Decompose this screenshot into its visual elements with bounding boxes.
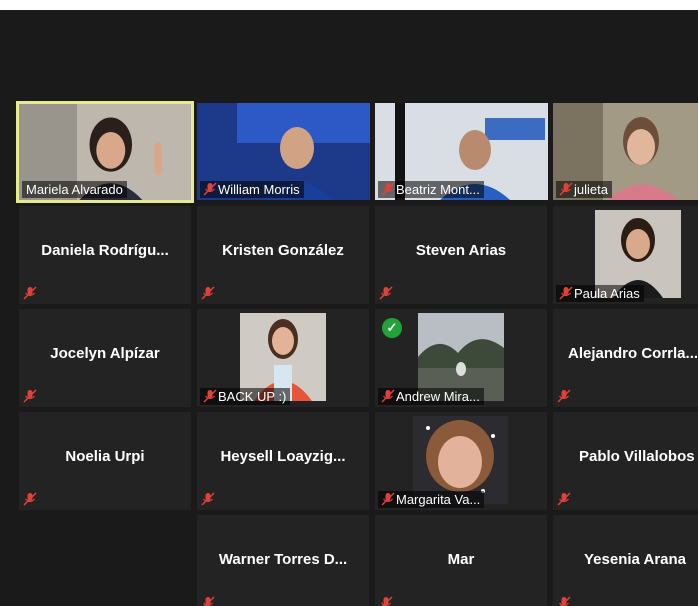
mic-off-icon: [201, 492, 215, 506]
name-text: Andrew Mira...: [396, 389, 480, 404]
participant-tile-andrew[interactable]: ✓ Andrew Mira...: [375, 309, 547, 407]
video-tile-mariela[interactable]: Mariela Alvarado: [16, 101, 194, 203]
participant-tile-heysell[interactable]: Heysell Loayzig...: [197, 412, 369, 510]
name-text: julieta: [574, 182, 608, 197]
mic-off-icon: [381, 596, 393, 606]
mic-off-icon: [203, 389, 217, 403]
mic-off-icon: [381, 182, 395, 196]
participant-name-label: Paula Arias: [556, 285, 644, 302]
video-tile-beatriz[interactable]: Beatriz Mont...: [375, 103, 548, 200]
mic-off-icon: [559, 596, 571, 606]
name-text: Mariela Alvarado: [26, 182, 123, 197]
video-tile-julieta[interactable]: julieta: [553, 103, 698, 200]
mic-off-icon: [23, 389, 37, 403]
participant-name-label: BACK UP :): [200, 388, 291, 405]
participant-tile-daniela[interactable]: Daniela Rodrígu...: [19, 206, 191, 304]
participant-tile-mar[interactable]: Mar: [375, 515, 547, 606]
participant-tile-yesenia[interactable]: Yesenia Arana: [553, 515, 698, 606]
participant-name: Daniela Rodrígu...: [41, 242, 169, 259]
mic-off-icon: [381, 492, 395, 506]
mic-off-icon: [201, 286, 215, 300]
window-top-strip: [0, 0, 698, 10]
participant-tile-kristen[interactable]: Kristen González: [197, 206, 369, 304]
mic-off-icon: [203, 596, 215, 606]
participant-name: Jocelyn Alpízar: [50, 345, 160, 362]
participant-tile-steven[interactable]: Steven Arias: [375, 206, 547, 304]
participant-tile-warner[interactable]: Warner Torres D...: [197, 515, 369, 606]
participant-name: Mar: [447, 551, 475, 568]
participant-tile-backup[interactable]: BACK UP :): [197, 309, 369, 407]
name-text: Beatriz Mont...: [396, 182, 480, 197]
participant-name: Steven Arias: [415, 242, 507, 259]
participant-name-label: Margarita Va...: [378, 491, 485, 508]
participant-name-label: Beatriz Mont...: [378, 181, 484, 198]
mic-off-icon: [379, 286, 393, 300]
mic-off-icon: [557, 389, 571, 403]
mic-off-icon: [559, 182, 573, 196]
mic-off-icon: [381, 389, 395, 403]
participant-tile-alejandro[interactable]: Alejandro Corrla...: [553, 309, 698, 407]
name-text: Margarita Va...: [396, 492, 481, 507]
mic-off-icon: [559, 286, 573, 300]
participant-tile-pablo[interactable]: Pablo Villalobos: [553, 412, 698, 510]
participant-tile-paula[interactable]: Paula Arias: [553, 206, 698, 304]
participant-name: Alejandro Corrla...: [568, 345, 698, 362]
participant-name: Yesenia Arana: [584, 551, 687, 568]
name-text: Paula Arias: [574, 286, 640, 301]
participant-name: Heysell Loayzig...: [220, 448, 346, 465]
mic-off-icon: [203, 182, 217, 196]
participant-name: Noelia Urpi: [65, 448, 145, 465]
mic-off-icon: [23, 492, 37, 506]
check-circle-icon: ✓: [382, 318, 402, 338]
video-tile-william[interactable]: William Morris: [197, 103, 370, 200]
participant-name: Warner Torres D...: [218, 551, 348, 568]
name-text: William Morris: [218, 182, 300, 197]
participant-name-label: Mariela Alvarado: [22, 181, 127, 198]
mic-off-icon: [23, 286, 37, 300]
participant-name-label: Andrew Mira...: [378, 388, 484, 405]
mic-off-icon: [557, 492, 571, 506]
participant-tile-margarita[interactable]: Margarita Va...: [375, 412, 547, 510]
participant-name-label: William Morris: [200, 181, 304, 198]
participant-name-label: julieta: [556, 181, 612, 198]
participant-tile-noelia[interactable]: Noelia Urpi: [19, 412, 191, 510]
participant-name: Kristen González: [222, 242, 344, 259]
participant-name: Pablo Villalobos: [579, 448, 695, 465]
name-text: BACK UP :): [218, 389, 287, 404]
participant-tile-jocelyn[interactable]: Jocelyn Alpízar: [19, 309, 191, 407]
